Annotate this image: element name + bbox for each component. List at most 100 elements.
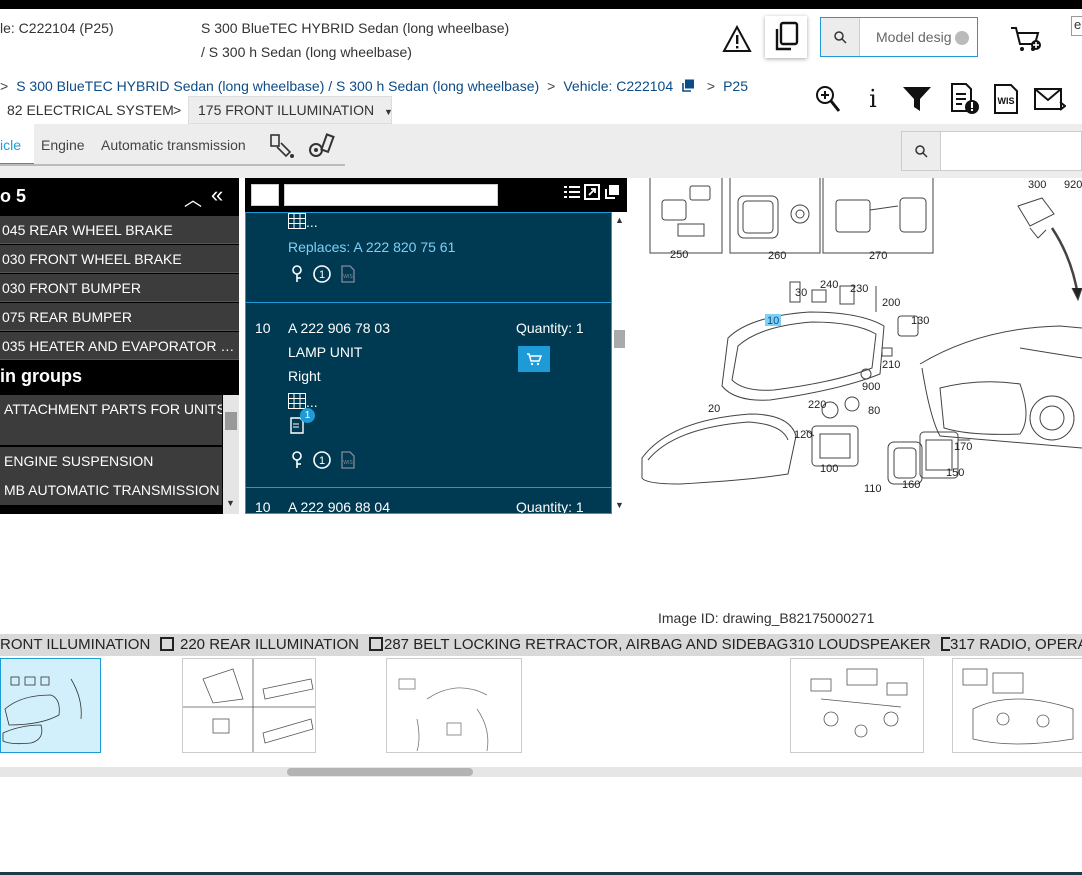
key-icon[interactable] <box>290 265 304 286</box>
search-icon[interactable] <box>821 18 860 56</box>
thumbnail-scrollbar[interactable] <box>0 767 1082 777</box>
collapse-up-icon[interactable]: ︿ <box>184 186 202 212</box>
thumbnail-label[interactable]: 287 BELT LOCKING RETRACTOR, AIRBAG AND S… <box>384 636 813 653</box>
paint-tool-icon[interactable] <box>267 132 297 160</box>
thumbnail-front-illumination[interactable] <box>0 658 101 753</box>
breadcrumb-sep: > <box>173 102 182 118</box>
wis-icon[interactable]: WIS <box>992 83 1020 115</box>
groups-scrollbar[interactable]: ▼ <box>223 395 239 514</box>
recent-item[interactable]: 030 FRONT WHEEL BRAKE <box>0 245 239 273</box>
notes-warning-icon[interactable] <box>948 82 980 116</box>
subgroup-dropdown[interactable]: 175 FRONT ILLUMINATION ▼ <box>188 96 393 124</box>
callout-label: 270 <box>869 250 887 262</box>
key-icon[interactable] <box>290 451 304 472</box>
table-icon[interactable]: ... <box>288 393 318 410</box>
callout-label: 200 <box>882 297 900 309</box>
thumbnail-belt-retractor[interactable] <box>386 658 522 753</box>
tab-vehicle-label[interactable]: icle <box>0 137 21 153</box>
number-one-icon[interactable]: 1 <box>313 451 331 472</box>
language-select[interactable]: e <box>1071 16 1082 36</box>
callout-label: 260 <box>768 250 786 262</box>
recent-title: o 5 <box>0 186 27 206</box>
main-groups-title: in groups <box>0 366 82 386</box>
part-quantity: Quantity: 1 <box>516 320 584 336</box>
breadcrumb-vehicle[interactable]: Vehicle: C222104 <box>563 78 673 94</box>
table-more: ... <box>306 214 318 230</box>
callout-label: 220 <box>808 399 826 411</box>
tab-engine[interactable]: Engine <box>41 137 85 153</box>
warning-icon[interactable] <box>720 24 754 54</box>
parts-drawing[interactable]: 300 920 250 260 270 30 240 230 200 130 10 210 9… <box>640 178 1082 514</box>
copy-button[interactable] <box>765 16 807 58</box>
thumbnail-rear-illumination[interactable] <box>182 658 316 753</box>
model-search[interactable]: Model desig <box>820 17 978 57</box>
copy-icon <box>775 21 799 51</box>
wis-doc-icon[interactable]: WIS <box>341 265 355 286</box>
top-bar <box>0 0 1082 9</box>
expand-icon[interactable] <box>584 184 600 205</box>
collapse-left-icon[interactable]: « <box>211 182 223 208</box>
mail-icon[interactable] <box>1033 86 1067 114</box>
part-position: 10 <box>255 320 271 336</box>
breadcrumb-model[interactable]: S 300 BlueTEC HYBRID Sedan (long wheelba… <box>16 78 539 94</box>
callout-label: 120 <box>794 429 812 441</box>
navigation-panel: o 5 ︿ « 045 REAR WHEEL BRAKE 030 FRONT W… <box>0 178 239 514</box>
group-item[interactable]: ENGINE SUSPENSION <box>0 447 222 476</box>
add-to-cart-icon[interactable] <box>1008 24 1044 54</box>
breadcrumb-group[interactable]: 82 ELECTRICAL SYSTEM <box>7 102 174 118</box>
breadcrumb: > S 300 BlueTEC HYBRID Sedan (long wheelb… <box>0 78 749 94</box>
select-all-checkbox[interactable] <box>251 184 279 206</box>
clear-icon[interactable] <box>955 31 969 45</box>
thumbnail-label[interactable]: RONT ILLUMINATION <box>0 636 175 653</box>
callout-label-highlight: 10 <box>767 315 779 327</box>
copy-vehicle-icon <box>682 79 695 92</box>
notification-badge: 1 <box>300 408 315 423</box>
parts-filter-input[interactable] <box>284 184 498 206</box>
tab-automatic-transmission[interactable]: Automatic transmission <box>101 137 246 153</box>
bolt-tool-icon[interactable] <box>306 132 336 160</box>
callout-label: 900 <box>862 381 880 393</box>
recent-item[interactable]: 030 FRONT BUMPER <box>0 274 239 302</box>
part-number[interactable]: A 222 906 88 04 <box>288 499 390 513</box>
edit-icon <box>369 637 384 651</box>
replaces-note[interactable]: Replaces: A 222 820 75 61 <box>288 239 455 255</box>
thumbnail-label[interactable]: 310 LOUDSPEAKER <box>789 636 955 653</box>
chevron-down-icon: ▼ <box>383 107 393 117</box>
part-number[interactable]: A 222 906 78 03 <box>288 320 390 336</box>
parts-list: ... Replaces: A 222 820 75 61 1 WIS 10 A… <box>245 212 612 514</box>
parts-search-icon[interactable] <box>902 132 941 170</box>
recent-item[interactable]: 045 REAR WHEEL BRAKE <box>0 216 239 244</box>
thumbnail-label[interactable]: 317 RADIO, OPERAT <box>950 636 1082 653</box>
wis-doc-icon[interactable]: WIS <box>341 451 355 472</box>
callout-label: 100 <box>820 463 838 475</box>
breadcrumb-p25[interactable]: P25 <box>723 78 748 94</box>
list-view-icon[interactable] <box>564 184 580 205</box>
svg-text:1: 1 <box>319 269 325 281</box>
parts-search[interactable] <box>901 131 1082 171</box>
popout-icon[interactable] <box>604 184 620 205</box>
callout-label: 210 <box>882 359 900 371</box>
info-icon[interactable]: i <box>860 84 886 114</box>
svg-text:WIS: WIS <box>343 274 353 280</box>
part-name: LAMP UNIT <box>288 344 363 360</box>
filter-icon[interactable] <box>901 84 933 114</box>
thumbnail-loudspeaker[interactable] <box>790 658 924 753</box>
model-title-line1: S 300 BlueTEC HYBRID Sedan (long wheelba… <box>201 20 510 36</box>
cart-icon <box>527 353 542 366</box>
number-one-icon[interactable]: 1 <box>313 265 331 286</box>
parts-scrollbar[interactable]: ▲ ▼ <box>612 212 627 514</box>
callout-label: 920 <box>1064 179 1082 191</box>
recent-item[interactable]: 075 REAR BUMPER <box>0 303 239 331</box>
recent-item[interactable]: 035 HEATER AND EVAPORATOR H... <box>0 332 239 360</box>
zoom-in-icon[interactable] <box>813 84 843 114</box>
group-item[interactable]: MB AUTOMATIC TRANSMISSION <box>0 476 222 505</box>
thumbnail-label[interactable]: 220 REAR ILLUMINATION <box>180 636 384 653</box>
model-search-input[interactable]: Model desig <box>876 29 962 45</box>
thumbnail-radio[interactable] <box>952 658 1082 753</box>
callout-label: 240 <box>820 279 838 291</box>
add-to-cart-button[interactable] <box>518 346 550 372</box>
callout-label: 80 <box>868 405 880 417</box>
table-icon[interactable]: ... <box>288 213 318 230</box>
thumbnail-scrollbar-thumb[interactable] <box>287 768 473 776</box>
group-item[interactable]: ATTACHMENT PARTS FOR UNITS <box>0 395 222 445</box>
